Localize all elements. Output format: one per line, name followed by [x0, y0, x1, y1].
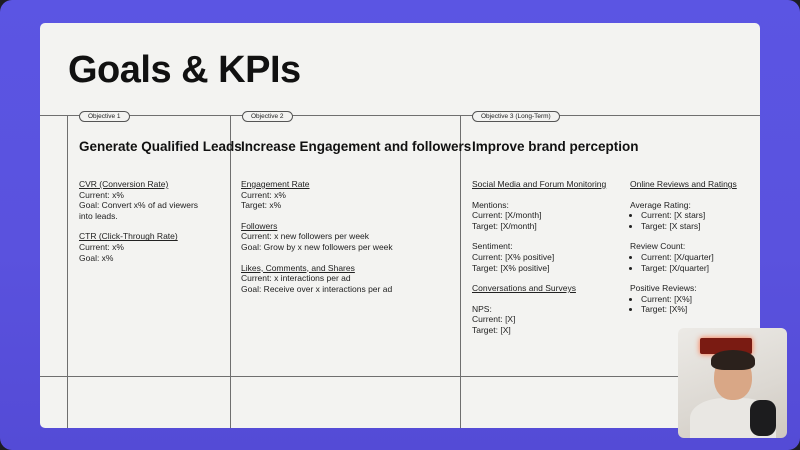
kpi-line: Current: x% — [79, 241, 124, 252]
presenter-hair — [711, 350, 755, 370]
objective-2-heading: Increase Engagement and followers — [241, 139, 472, 154]
kpi-label: NPS: — [472, 303, 492, 314]
column-divider-0 — [67, 115, 68, 428]
footer-divider — [40, 376, 760, 377]
objective-1-kpis: CVR (Conversion Rate) Current: x% Goal: … — [79, 179, 198, 263]
webcam-overlay — [678, 328, 787, 438]
column-divider-1 — [230, 115, 231, 428]
column-divider-2 — [460, 115, 461, 428]
kpi-bullet: Target: [X stars] — [641, 221, 737, 232]
kpi-bullet: Current: [X/quarter] — [641, 252, 737, 263]
kpi-label: Sentiment: — [472, 241, 513, 252]
kpi-line: Target: [X] — [472, 324, 511, 335]
objective-3-reviews: Online Reviews and Ratings Average Ratin… — [630, 179, 737, 315]
kpi-line: Target: [X/month] — [472, 220, 537, 231]
kpi-line: into leads. — [79, 210, 118, 221]
objective-1-heading: Generate Qualified Leads — [79, 139, 242, 154]
kpi-line: Current: x interactions per ad — [241, 273, 351, 284]
slide: Goals & KPIs Objective 1 Objective 2 Obj… — [40, 23, 760, 428]
kpi-line: Target: x% — [241, 200, 282, 211]
kpi-title: Likes, Comments, and Shares — [241, 262, 355, 273]
microphone-icon — [750, 400, 776, 436]
kpi-line: Goal: Grow by x new followers per week — [241, 241, 393, 252]
kpi-title: Online Reviews and Ratings — [630, 179, 737, 189]
kpi-label: Review Count: — [630, 241, 686, 252]
kpi-line: Current: x% — [79, 189, 124, 200]
kpi-line: Current: x% — [241, 189, 286, 200]
kpi-title: Engagement Rate — [241, 179, 310, 189]
kpi-line: Current: x new followers per week — [241, 231, 370, 242]
objective-3-tag: Objective 3 (Long-Term) — [472, 111, 560, 122]
kpi-line: Current: [X% positive] — [472, 251, 555, 262]
objective-3-monitoring: Social Media and Forum Monitoring Mentio… — [472, 179, 606, 336]
kpi-title: Social Media and Forum Monitoring — [472, 179, 607, 189]
header-divider — [40, 115, 760, 116]
kpi-line: Goal: Convert x% of ad viewers — [79, 200, 199, 211]
objective-2-tag: Objective 2 — [242, 111, 293, 122]
objective-1-tag: Objective 1 — [79, 111, 130, 122]
kpi-label: Positive Reviews: — [630, 283, 697, 294]
slide-title: Goals & KPIs — [68, 49, 301, 91]
kpi-title: Followers — [241, 220, 278, 231]
kpi-title: Conversations and Surveys — [472, 283, 576, 294]
kpi-bullet: Target: [X/quarter] — [641, 263, 737, 274]
kpi-bullet: Current: [X stars] — [641, 210, 737, 221]
kpi-title: CVR (Conversion Rate) — [79, 179, 169, 189]
objective-3-heading: Improve brand perception — [472, 139, 639, 154]
kpi-bullet: Target: [X%] — [641, 304, 737, 315]
kpi-line: Goal: Receive over x interactions per ad — [241, 283, 393, 294]
kpi-line: Target: [X% positive] — [472, 262, 550, 273]
kpi-line: Current: [X] — [472, 314, 516, 325]
presentation-frame: Goals & KPIs Objective 1 Objective 2 Obj… — [0, 0, 800, 450]
kpi-line: Current: [X/month] — [472, 210, 542, 221]
kpi-line: Goal: x% — [79, 252, 114, 263]
objective-2-kpis: Engagement Rate Current: x% Target: x% F… — [241, 179, 393, 294]
kpi-label: Mentions: — [472, 199, 509, 210]
kpi-label: Average Rating: — [630, 199, 691, 210]
kpi-bullet: Current: [X%] — [641, 294, 737, 305]
kpi-title: CTR (Click-Through Rate) — [79, 231, 178, 242]
